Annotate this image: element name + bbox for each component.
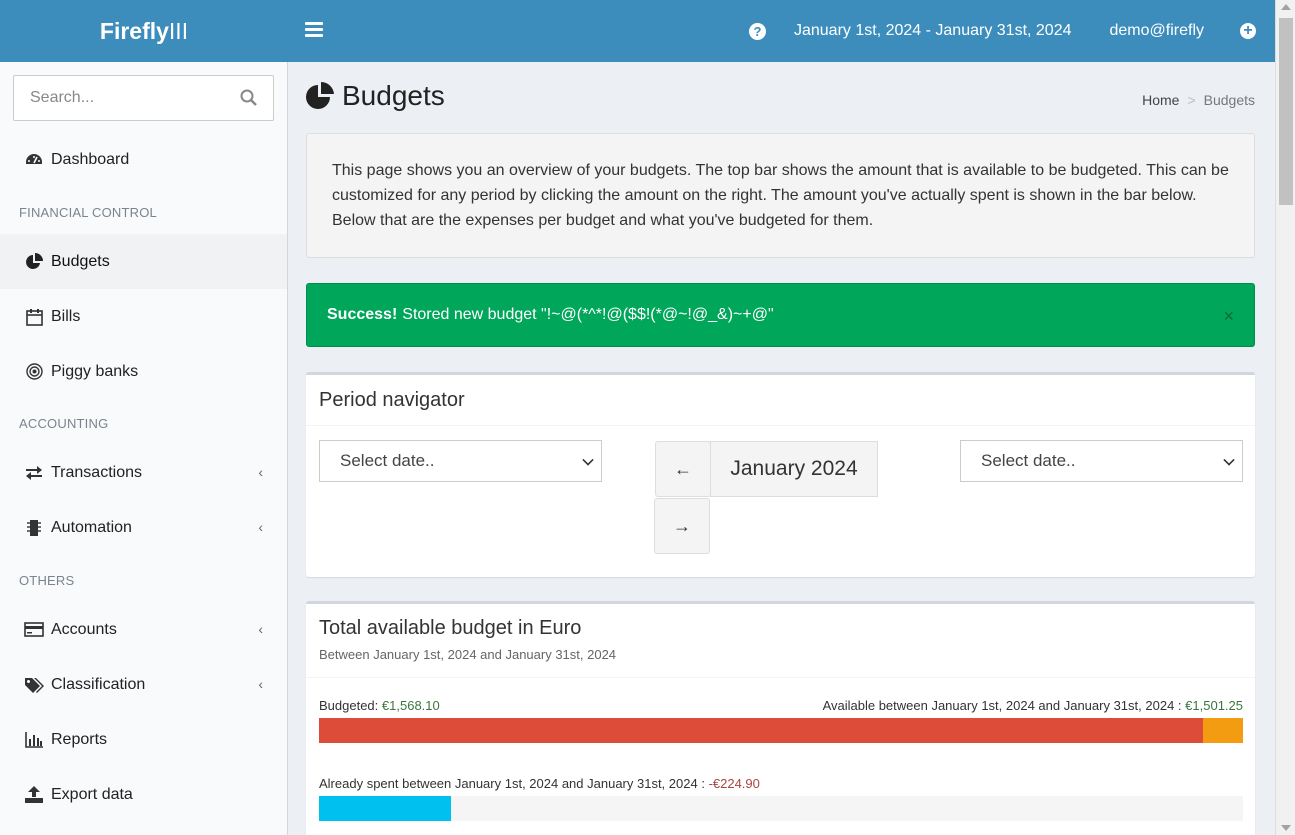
page-scrollbar[interactable] [1275, 0, 1295, 835]
page-title: Budgets [305, 80, 445, 112]
create-new-icon[interactable]: + [1240, 23, 1256, 39]
page-title-text: Budgets [342, 80, 445, 111]
sidebar-item-budgets[interactable]: Budgets [0, 234, 287, 289]
available-budget-subtitle: Between January 1st, 2024 and January 31… [319, 647, 617, 662]
box-divider [306, 677, 1255, 678]
sidebar-toggle-icon[interactable] [305, 22, 323, 40]
nav-header-accounting: ACCOUNTING [19, 416, 109, 431]
pie-chart-icon [24, 252, 44, 271]
box-divider [306, 425, 1255, 426]
period-select-left[interactable]: Select date.. [319, 440, 602, 482]
budget-progress-bar [319, 718, 1243, 743]
sidebar-item-label: Piggy banks [51, 362, 139, 380]
remaining-bar-fill [1203, 718, 1243, 743]
search-box [13, 75, 274, 121]
select-value: Select date.. [981, 451, 1076, 470]
nav-header-others: OTHERS [19, 573, 75, 588]
sidebar-item-piggy-banks[interactable]: Piggy banks [0, 344, 287, 399]
sidebar-item-transactions[interactable]: Transactions ‹ [0, 445, 287, 500]
scroll-down-arrow-icon[interactable] [1281, 825, 1291, 831]
search-icon[interactable] [240, 89, 257, 106]
upload-icon [24, 786, 44, 804]
sidebar-item-label: Accounts [51, 620, 117, 638]
sidebar-item-bills[interactable]: Bills [0, 289, 287, 344]
navbar-right: ? January 1st, 2024 - January 31st, 2024… [748, 0, 1275, 62]
sidebar-item-accounts[interactable]: Accounts ‹ [0, 602, 287, 657]
budgeted-label: Budgeted: €1,568.10 [319, 698, 440, 713]
bar-chart-icon [24, 731, 44, 749]
breadcrumb-separator: > [1187, 92, 1196, 108]
select-value: Select date.. [340, 451, 435, 470]
sidebar-item-label: Bills [51, 307, 81, 325]
bullseye-icon [24, 363, 44, 381]
spent-label: Already spent between January 1st, 2024 … [319, 776, 760, 791]
brand-logo[interactable]: Firefly III [0, 0, 288, 62]
sidebar-item-label: Transactions [51, 463, 142, 481]
sidebar-item-label: Reports [51, 730, 108, 748]
alert-strong: Success! [327, 306, 398, 323]
period-select-right[interactable]: Select date.. [960, 440, 1243, 482]
scroll-thumb[interactable] [1279, 18, 1293, 205]
top-navbar: Firefly III ? January 1st, 2024 - January… [0, 0, 1275, 62]
chevron-left-icon: ‹ [258, 464, 263, 480]
chevron-left-icon: ‹ [258, 676, 263, 692]
dashboard-icon [24, 151, 44, 169]
exchange-icon [24, 464, 44, 482]
microchip-icon [24, 519, 44, 537]
help-icon[interactable]: ? [748, 22, 766, 40]
available-label: Available between January 1st, 2024 and … [823, 698, 1243, 713]
tags-icon [24, 676, 44, 694]
sidebar-item-label: Classification [51, 675, 146, 693]
sidebar-item-export-data[interactable]: Export data [0, 767, 287, 822]
info-callout: This page shows you an overview of your … [306, 133, 1255, 258]
current-period-label: January 2024 [710, 441, 878, 497]
credit-card-icon [24, 621, 44, 639]
breadcrumb: Home > Budgets [1142, 92, 1255, 108]
budgeted-bar-fill [319, 718, 1203, 743]
period-navigator-title: Period navigator [319, 389, 465, 411]
sidebar-item-classification[interactable]: Classification ‹ [0, 657, 287, 712]
brand-light: III [168, 17, 189, 44]
chevron-down-icon [1223, 454, 1235, 466]
period-navigator-box: Period navigator Select date.. ← January… [306, 372, 1255, 577]
spent-label-text: Already spent between January 1st, 2024 … [319, 776, 705, 791]
sidebar-item-label: Dashboard [51, 150, 130, 168]
sidebar-item-dashboard[interactable]: Dashboard [0, 132, 287, 187]
nav-header-financial-control: FINANCIAL CONTROL [19, 205, 157, 220]
user-menu[interactable]: demo@firefly [1110, 22, 1205, 40]
pie-chart-icon [306, 81, 334, 109]
available-amount[interactable]: €1,501.25 [1185, 698, 1243, 713]
scroll-up-arrow-icon[interactable] [1281, 4, 1291, 10]
budgeted-label-text: Budgeted: [319, 698, 379, 713]
spent-progress-bar [319, 796, 1243, 821]
previous-period-button[interactable]: ← [655, 441, 711, 497]
sidebar-item-automation[interactable]: Automation ‹ [0, 500, 287, 555]
sidebar-item-reports[interactable]: Reports [0, 712, 287, 767]
chevron-left-icon: ‹ [258, 519, 263, 535]
sidebar: Dashboard FINANCIAL CONTROL Budgets Bill… [0, 62, 288, 835]
available-budget-title: Total available budget in Euro [319, 617, 582, 639]
chevron-left-icon: ‹ [258, 621, 263, 637]
spent-bar-fill [319, 796, 451, 821]
brand-bold: Firefly [99, 17, 169, 44]
breadcrumb-current: Budgets [1203, 92, 1255, 108]
success-alert: Success! Stored new budget "!~@(*^*!@($$… [306, 283, 1255, 347]
date-range-picker[interactable]: January 1st, 2024 - January 31st, 2024 [794, 22, 1072, 40]
sidebar-item-label: Automation [51, 518, 132, 536]
calendar-icon [24, 308, 44, 326]
alert-close-icon[interactable]: × [1223, 306, 1234, 327]
sidebar-item-label: Export data [51, 785, 133, 803]
sidebar-item-label: Budgets [51, 252, 110, 270]
main-content: Budgets Home > Budgets This page shows you… [288, 62, 1275, 835]
alert-message: Stored new budget "!~@(*^*!@($$!(*@~!@_&… [402, 306, 774, 323]
chevron-down-icon [582, 454, 594, 466]
search-input[interactable] [14, 76, 234, 120]
budgeted-amount: €1,568.10 [381, 698, 440, 713]
next-period-button[interactable]: → [654, 498, 710, 554]
available-budget-box: Total available budget in Euro Between J… [306, 601, 1255, 835]
spent-amount: -€224.90 [708, 776, 760, 791]
available-label-text: Available between January 1st, 2024 and … [822, 698, 1182, 713]
breadcrumb-home-link[interactable]: Home [1142, 92, 1179, 108]
